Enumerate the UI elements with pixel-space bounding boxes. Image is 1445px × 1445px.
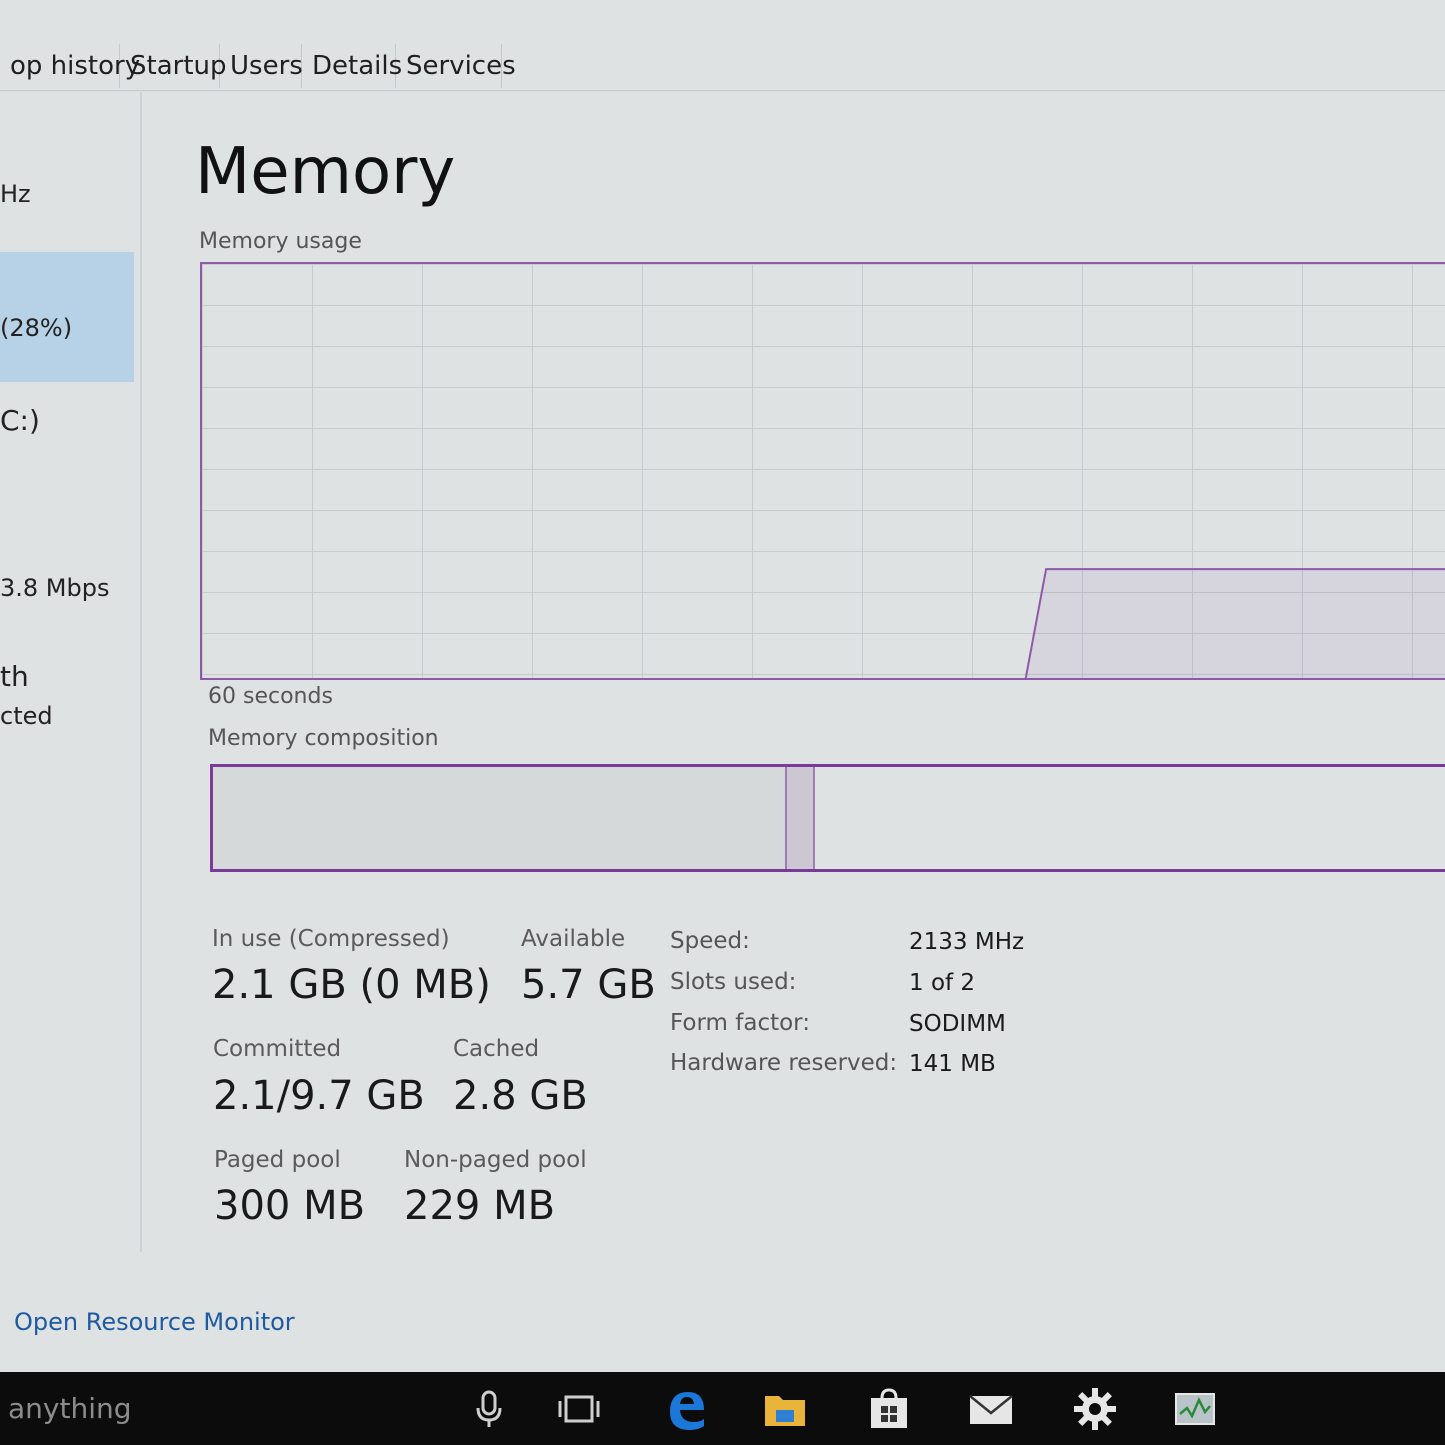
- task-view-icon[interactable]: [556, 1386, 602, 1432]
- form-factor-label: Form factor:: [670, 1010, 810, 1036]
- committed-value: 2.1/9.7 GB: [213, 1073, 425, 1119]
- tab-startup[interactable]: Startup: [120, 44, 227, 88]
- tab-users[interactable]: Users: [220, 44, 303, 88]
- sidebar-item-memory[interactable]: (28%): [0, 314, 72, 342]
- sidebar-item-bluetooth-status[interactable]: cted: [0, 702, 53, 730]
- form-factor-value: SODIMM: [909, 1011, 1006, 1037]
- in-use-label: In use (Compressed): [212, 926, 450, 952]
- memory-usage-label: Memory usage: [199, 229, 362, 254]
- composition-standby-segment: [815, 767, 1445, 869]
- memory-usage-chart: [1024, 568, 1445, 678]
- hardware-reserved-label: Hardware reserved:: [670, 1050, 898, 1076]
- composition-in-use-segment: [213, 767, 787, 869]
- microphone-icon[interactable]: [466, 1386, 512, 1432]
- committed-label: Committed: [213, 1036, 342, 1062]
- sidebar-item-network[interactable]: 3.8 Mbps: [0, 574, 109, 602]
- speed-value: 2133 MHz: [909, 929, 1025, 955]
- task-manager-icon[interactable]: [1172, 1386, 1218, 1432]
- paged-pool-value: 300 MB: [214, 1183, 366, 1229]
- tab-bar: op history Startup Users Details Service…: [0, 40, 1445, 91]
- settings-icon[interactable]: [1072, 1386, 1118, 1432]
- non-paged-pool-value: 229 MB: [404, 1183, 556, 1229]
- cached-value: 2.8 GB: [453, 1073, 588, 1119]
- memory-composition-label: Memory composition: [208, 726, 439, 751]
- speed-label: Speed:: [670, 928, 750, 954]
- slots-used-label: Slots used:: [670, 969, 797, 995]
- available-label: Available: [521, 926, 626, 952]
- sidebar-item-disk[interactable]: C:): [0, 404, 40, 437]
- sidebar-item-bluetooth[interactable]: th: [0, 660, 29, 693]
- in-use-value: 2.1 GB (0 MB): [212, 962, 491, 1008]
- taskbar: anything: [0, 1372, 1445, 1445]
- performance-sidebar: Hz (28%) C:) 3.8 Mbps th cted: [0, 92, 142, 1252]
- store-icon[interactable]: [866, 1386, 912, 1432]
- hardware-reserved-value: 141 MB: [909, 1051, 996, 1077]
- cached-label: Cached: [453, 1036, 540, 1062]
- slots-used-value: 1 of 2: [909, 970, 976, 996]
- memory-usage-graph: [200, 262, 1445, 680]
- tab-services[interactable]: Services: [396, 44, 516, 88]
- sidebar-item-cpu-speed[interactable]: Hz: [0, 180, 31, 208]
- taskbar-search-box[interactable]: anything: [8, 1392, 132, 1425]
- task-manager-window: op history Startup Users Details Service…: [0, 0, 1445, 1372]
- open-resource-monitor-link[interactable]: Open Resource Monitor: [14, 1308, 295, 1336]
- memory-composition-bar: [210, 764, 1445, 872]
- tab-details[interactable]: Details: [302, 44, 402, 88]
- memory-usage-area: [1025, 569, 1445, 678]
- page-title: Memory: [195, 135, 456, 209]
- composition-modified-segment: [787, 767, 815, 869]
- file-explorer-icon[interactable]: [762, 1386, 808, 1432]
- mail-icon[interactable]: [968, 1386, 1014, 1432]
- non-paged-pool-label: Non-paged pool: [404, 1147, 587, 1173]
- paged-pool-label: Paged pool: [214, 1147, 341, 1173]
- tab-app-history[interactable]: op history: [0, 44, 140, 88]
- available-value: 5.7 GB: [521, 962, 656, 1008]
- edge-icon[interactable]: [662, 1386, 708, 1432]
- time-span-label: 60 seconds: [208, 684, 333, 709]
